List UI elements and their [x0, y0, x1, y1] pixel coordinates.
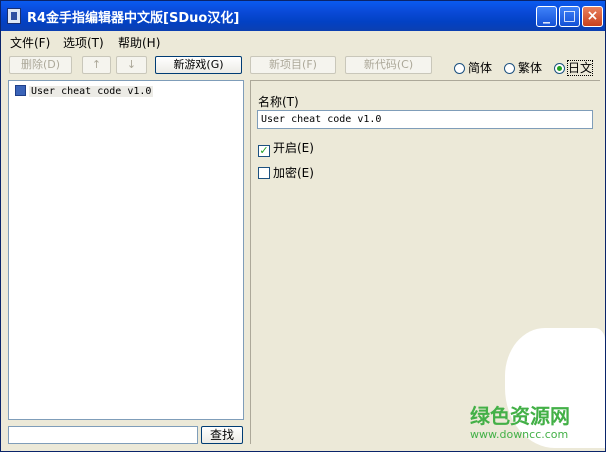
radio-simplified-label: 简体: [468, 61, 493, 75]
tree-item-label: User cheat code v1.0: [29, 86, 154, 97]
cheat-file-icon: [15, 85, 26, 96]
enable-checkbox[interactable]: ✓ 开启(E): [258, 139, 314, 157]
new-game-button[interactable]: 新游戏(G): [155, 56, 242, 74]
radio-japanese[interactable]: 日文: [554, 59, 594, 76]
radio-circle: [454, 63, 465, 74]
checkbox-checked: ✓: [258, 144, 270, 157]
new-item-button[interactable]: 新项目(F): [250, 56, 336, 74]
watermark-url: www.downcc.com: [470, 428, 569, 441]
encrypt-checkbox[interactable]: 加密(E): [258, 164, 314, 181]
radio-circle: [504, 63, 515, 74]
menu-file[interactable]: 文件(F): [10, 34, 50, 51]
checkbox-unchecked: [258, 167, 270, 179]
title-bar[interactable]: R4金手指编辑器中文版[SDuo汉化] _ □ ×: [1, 1, 605, 31]
search-input[interactable]: [8, 426, 198, 444]
new-code-button[interactable]: 新代码(C): [345, 56, 432, 74]
name-input[interactable]: User cheat code v1.0: [257, 110, 593, 129]
name-label: 名称(T): [258, 95, 299, 109]
app-icon: [7, 8, 21, 24]
radio-simplified[interactable]: 简体: [454, 59, 492, 76]
radio-traditional-label: 繁体: [518, 61, 543, 75]
tree-item[interactable]: User cheat code v1.0: [15, 85, 154, 97]
watermark: 绿色资源网 www.downcc.com: [470, 400, 600, 444]
minimize-button[interactable]: _: [536, 6, 557, 27]
close-button[interactable]: ×: [582, 6, 603, 27]
window-title: R4金手指编辑器中文版[SDuo汉化]: [27, 11, 240, 26]
menu-options[interactable]: 选项(T): [63, 34, 104, 51]
encrypt-label: 加密(E): [273, 166, 314, 180]
move-down-button[interactable]: ↓: [116, 56, 147, 74]
maximize-button[interactable]: □: [559, 6, 580, 27]
move-up-button[interactable]: ↑: [82, 56, 111, 74]
radio-traditional[interactable]: 繁体: [504, 59, 542, 76]
radio-circle-selected: [554, 63, 565, 74]
radio-japanese-label: 日文: [566, 60, 594, 76]
delete-button[interactable]: 删除(D): [9, 56, 72, 74]
menu-help[interactable]: 帮助(H): [118, 34, 160, 51]
search-button[interactable]: 查找: [201, 426, 243, 444]
cheat-tree[interactable]: User cheat code v1.0: [8, 80, 244, 420]
menu-bar: 文件(F) 选项(T) 帮助(H): [1, 31, 605, 51]
enable-label: 开启(E): [273, 141, 314, 155]
watermark-title: 绿色资源网: [470, 404, 570, 428]
